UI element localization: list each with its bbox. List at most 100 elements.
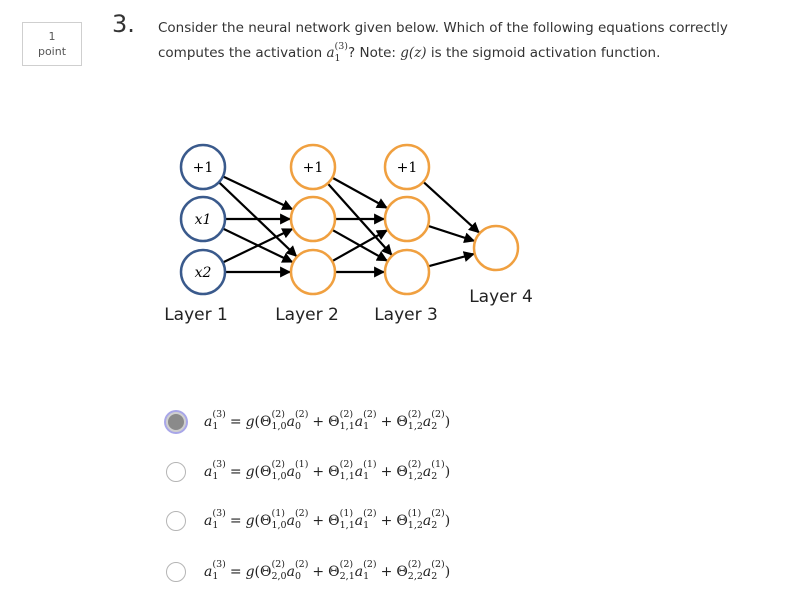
eq-theta: Θ <box>396 414 408 430</box>
eq-a-scripts-sub: 0 <box>294 571 301 582</box>
eq-a-scripts-sup: (1) <box>431 459 445 470</box>
eq-theta-scripts-sub: 1,2 <box>407 471 423 482</box>
eq-theta-scripts-sup: (2) <box>339 409 354 420</box>
answer-radio-2[interactable] <box>166 462 186 482</box>
eq-lhs-sup: (3) <box>212 409 226 420</box>
eq-a-term: a <box>286 564 295 580</box>
eq-theta-scripts-sup: (2) <box>271 559 285 570</box>
answer-option-4[interactable]: a (3) 1 = g(Θ (2) 2,0 a (2) 0 + Θ (2) 2,1 a (2) 1 + Θ (2) 2,… <box>166 557 450 587</box>
eq-lhs-sub: 1 <box>212 571 219 582</box>
eq-theta-scripts-sub: 1,1 <box>339 421 355 432</box>
eq-theta-scripts: (2) 1,0 <box>271 460 286 482</box>
eq-theta-scripts: (2) 2,2 <box>407 560 423 582</box>
eq-plus: + <box>380 464 393 480</box>
edge-l1-n0-to-l2-n1 <box>222 175 294 211</box>
edge-l3-n2-to-l4-n0 <box>427 251 475 268</box>
eq-a-scripts-sub: 1 <box>363 471 370 482</box>
eq-a-scripts-sub: 1 <box>363 520 370 531</box>
eq-a: a <box>204 414 213 430</box>
eq-plus: + <box>312 464 325 480</box>
eq-a: a <box>204 564 213 580</box>
eq-a-term: a <box>354 414 364 430</box>
eq-g: g <box>245 513 255 529</box>
eq-a-scripts-sub: 2 <box>431 571 438 582</box>
answer-radio-4[interactable] <box>166 562 186 582</box>
eq-a: a <box>204 464 213 480</box>
eq-a-scripts-sup: (2) <box>294 508 309 519</box>
eq-a-scripts-sub: 0 <box>294 471 301 482</box>
eq-a-term: a <box>422 564 432 580</box>
eq-g: g <box>245 464 255 480</box>
eq-theta-scripts: (2) 1,1 <box>339 409 355 432</box>
answer-option-2[interactable]: a (3) 1 = g(Θ (2) 1,0 a (1) 0 + Θ (2) 1,1 a (1) 1 + Θ (2) 1,… <box>166 457 450 487</box>
equation-2: a (3) 1 = g(Θ (2) 1,0 a (1) 0 + Θ (2) 1,1 a (1) 1 + Θ (2) 1,… <box>204 459 450 482</box>
eq-a-scripts-sub: 1 <box>363 571 370 582</box>
eq-a-scripts-sub: 0 <box>294 520 301 531</box>
node-layer4-0 <box>472 224 520 272</box>
eq-a-scripts: (2) 1 <box>363 409 377 432</box>
equation-4: a (3) 1 = g(Θ (2) 2,0 a (2) 0 + Θ (2) 2,1 a (2) 1 + Θ (2) 2,… <box>204 559 451 582</box>
eq-theta-scripts: (2) 1,2 <box>407 410 423 432</box>
answer-radio-1[interactable] <box>166 412 186 432</box>
eq-a-scripts: (2) 1 <box>363 559 377 582</box>
eq-a-scripts-sup: (2) <box>431 559 445 570</box>
node-layer2-1 <box>289 195 337 243</box>
eq-theta-scripts-sup: (2) <box>407 459 422 470</box>
eq-a-scripts: (1) 1 <box>363 459 377 482</box>
eq-lhs-sub: 1 <box>212 421 219 432</box>
eq-a-scripts-sub: 2 <box>431 471 438 482</box>
eq-theta-scripts-sub: 1,0 <box>271 421 287 432</box>
answer-option-3[interactable]: a (3) 1 = g(Θ (1) 1,0 a (2) 0 + Θ (1) 1,1 a (2) 1 + Θ (1) 1,… <box>166 506 450 536</box>
eq-a-scripts-sup: (2) <box>431 409 445 420</box>
node-label-layer1-0: +1 <box>193 160 214 176</box>
answer-option-1[interactable]: a (3) 1 = g(Θ (2) 1,0 a (2) 0 + Θ (2) 1,1 a (2) 1 + Θ (2) 1,… <box>166 407 450 437</box>
layer-label-2: Layer 2 <box>275 305 339 325</box>
neural-network-diagram: +1 x1 x2 +1 +1 Layer 1 Layer 2 Layer 3 Layer 4 <box>164 143 533 325</box>
eq-a-scripts: (2) 0 <box>294 508 309 531</box>
eq-theta-scripts: (2) 1,1 <box>340 460 355 482</box>
eq-lhs-sub: 1 <box>212 471 219 482</box>
node-label-layer1-1: x1 <box>195 212 212 228</box>
eq-equals: = <box>229 513 242 529</box>
eq-lhs: (3) 1 <box>212 508 226 531</box>
eq-lhs: (3) 1 <box>212 409 226 432</box>
eq-a-scripts-sup: (2) <box>363 409 377 420</box>
eq-theta-scripts-sup: (1) <box>407 508 422 519</box>
eq-a-scripts-sup: (2) <box>294 409 309 420</box>
eq-a-scripts: (2) 2 <box>431 409 445 432</box>
eq-lhs-sup: (3) <box>212 508 226 519</box>
eq-lhs: (3) 1 <box>212 560 225 582</box>
eq-g: g <box>245 414 255 430</box>
eq-theta-scripts-sub: 1,2 <box>407 520 423 531</box>
eq-a-term: a <box>354 464 364 480</box>
eq-a-scripts-sub: 0 <box>294 421 301 432</box>
eq-plus: + <box>312 414 325 430</box>
eq-a-scripts-sup: (2) <box>363 559 377 570</box>
eq-close: ) <box>444 564 451 580</box>
node-layer3-1 <box>383 195 431 243</box>
eq-equals: = <box>229 464 242 480</box>
eq-a-scripts: (1) 0 <box>294 460 308 482</box>
eq-a-term: a <box>286 464 295 480</box>
eq-lhs-sup: (3) <box>212 459 226 470</box>
eq-theta: Θ <box>396 513 408 529</box>
eq-a-scripts-sup: (1) <box>363 459 377 470</box>
eq-close: ) <box>444 513 451 529</box>
eq-theta-scripts: (2) 2,0 <box>271 559 286 582</box>
eq-a: a <box>204 513 213 529</box>
eq-plus: + <box>380 513 393 529</box>
eq-a-scripts: (1) 2 <box>431 459 445 482</box>
node-label-layer3-0: +1 <box>397 160 418 176</box>
eq-theta: Θ <box>260 513 272 529</box>
equation-3: a (3) 1 = g(Θ (1) 1,0 a (2) 0 + Θ (1) 1,1 a (2) 1 + Θ (1) 1,… <box>204 508 451 531</box>
answer-radio-3[interactable] <box>166 511 186 531</box>
eq-plus: + <box>312 513 325 529</box>
eq-theta-scripts-sub: 2,2 <box>407 571 423 582</box>
eq-a-term: a <box>422 464 432 480</box>
eq-a-scripts-sup: (2) <box>431 508 445 519</box>
eq-theta-scripts: (1) 1,2 <box>407 508 423 531</box>
node-layer2-2 <box>289 248 337 296</box>
eq-a-scripts-sub: 2 <box>431 421 438 432</box>
eq-theta-scripts-sub: 1,2 <box>407 421 423 432</box>
eq-a-scripts: (2) 1 <box>363 509 376 531</box>
